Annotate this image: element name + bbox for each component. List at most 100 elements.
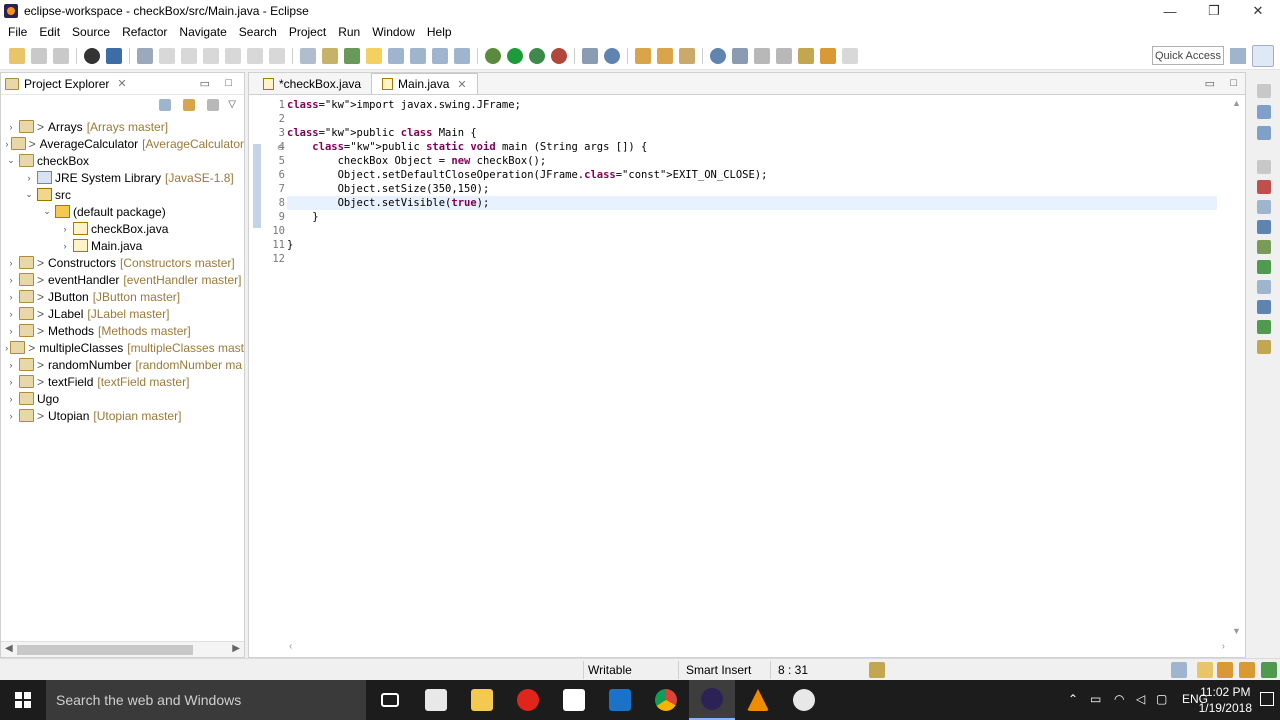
battery-icon[interactable]: ▭ [1090, 692, 1101, 706]
debug-icon[interactable] [485, 47, 501, 64]
git-icon[interactable] [1197, 662, 1213, 678]
step-into-icon[interactable] [247, 47, 263, 64]
chrome-button[interactable] [643, 680, 689, 720]
tree-item[interactable]: ⌄ src [1, 186, 244, 203]
close-icon[interactable]: ✕ [117, 77, 126, 90]
chevron-right-icon[interactable]: › [5, 360, 17, 370]
start-button[interactable] [0, 680, 46, 720]
scroll-left-icon[interactable]: ◀ [5, 643, 13, 654]
annotation-icon[interactable] [710, 47, 726, 64]
editor-tab-checkbox-java[interactable]: *checkBox.java [253, 73, 371, 94]
menu-run[interactable]: Run [332, 25, 366, 39]
new-java-package-icon[interactable] [582, 47, 598, 64]
paint-button[interactable] [781, 680, 827, 720]
menu-source[interactable]: Source [66, 25, 116, 39]
file-explorer-button[interactable] [459, 680, 505, 720]
skip-breakpoints-icon[interactable] [137, 47, 153, 64]
maximize-view-icon[interactable]: □ [1230, 77, 1237, 89]
code-line[interactable]: checkBox Object = new checkBox(); [287, 154, 1217, 168]
search-icon[interactable] [679, 47, 695, 64]
history-icon[interactable] [1257, 300, 1271, 314]
quick-access-field[interactable]: Quick Access [1152, 46, 1224, 65]
tree-item[interactable]: › > eventHandler [eventHandler master] [1, 271, 244, 288]
terminal-icon[interactable] [106, 47, 122, 64]
git-repositories-icon[interactable] [1257, 340, 1271, 354]
tree-item[interactable]: › > Methods [Methods master] [1, 322, 244, 339]
restore-icon[interactable] [1257, 160, 1271, 174]
menu-navigate[interactable]: Navigate [173, 25, 232, 39]
problems-icon[interactable] [1257, 180, 1271, 194]
volume-icon[interactable]: ◁ [1136, 692, 1145, 706]
toggle-mark-icon[interactable] [366, 47, 382, 64]
tree-item[interactable]: › > Arrays [Arrays master] [1, 118, 244, 135]
chevron-up-icon[interactable]: ⌃ [1068, 692, 1078, 706]
previous-annotation-icon[interactable] [776, 47, 792, 64]
tasks-icon[interactable] [1239, 662, 1255, 678]
project-explorer-tab[interactable]: Project Explorer ✕ [5, 77, 127, 91]
menu-window[interactable]: Window [366, 25, 421, 39]
calculator-button[interactable] [413, 680, 459, 720]
tree-item[interactable]: › > randomNumber [randomNumber ma [1, 356, 244, 373]
suspend-icon[interactable] [181, 47, 197, 64]
editor-vscrollbar[interactable]: ▲ ▼ [1229, 96, 1245, 638]
java-perspective-icon[interactable] [1252, 45, 1274, 67]
chevron-down-icon[interactable]: ▽ [228, 99, 236, 111]
editor-hscrollbar[interactable]: ‹ › [285, 639, 1229, 657]
menu-file[interactable]: File [2, 25, 33, 39]
chevron-down-icon[interactable]: ⌄ [23, 189, 35, 200]
tree-item[interactable]: ⌄ (default package) [1, 203, 244, 220]
code-area[interactable]: class="kw">import javax.swing.JFrame; cla… [287, 98, 1217, 266]
word-wrap-icon[interactable] [432, 47, 448, 64]
open-task-icon[interactable] [657, 47, 673, 64]
menu-refactor[interactable]: Refactor [116, 25, 173, 39]
chevron-right-icon[interactable]: › [5, 292, 17, 302]
terminate-icon[interactable] [203, 47, 219, 64]
last-edit-location-icon[interactable] [798, 47, 814, 64]
close-button[interactable]: ✕ [1236, 0, 1280, 22]
javadoc-icon[interactable] [1257, 200, 1271, 214]
scroll-right-icon[interactable]: ▶ [232, 643, 240, 654]
git-staging-icon[interactable] [1257, 320, 1271, 334]
code-line[interactable] [287, 112, 1217, 126]
save-all-icon[interactable] [53, 47, 69, 64]
code-line[interactable]: Object.setVisible(true); [287, 196, 1217, 210]
tree-item[interactable]: › > multipleClasses [multipleClasses mast [1, 339, 244, 356]
vlc-button[interactable] [735, 680, 781, 720]
menu-edit[interactable]: Edit [33, 25, 66, 39]
next-annotation-icon[interactable] [754, 47, 770, 64]
scroll-thumb[interactable] [17, 645, 193, 655]
tree-item[interactable]: › > Constructors [Constructors master] [1, 254, 244, 271]
chevron-right-icon[interactable]: › [5, 122, 17, 132]
minimize-view-icon[interactable]: ▭ [1205, 77, 1215, 90]
pilcrow-icon[interactable] [454, 47, 470, 64]
code-line[interactable]: } [287, 210, 1217, 224]
menu-project[interactable]: Project [283, 25, 332, 39]
scroll-right-icon[interactable]: › [1222, 641, 1225, 652]
step-return-icon[interactable] [300, 47, 316, 64]
link-with-editor-icon[interactable] [183, 99, 196, 111]
scroll-left-icon[interactable]: ‹ [289, 641, 292, 652]
tree-item[interactable]: › > textField [textField master] [1, 373, 244, 390]
disconnect-icon[interactable] [225, 47, 241, 64]
chevron-down-icon[interactable]: ⌄ [5, 155, 17, 166]
chevron-down-icon[interactable]: ⌄ [41, 206, 53, 217]
tree-item[interactable]: › Ugo [1, 390, 244, 407]
maximize-view-icon[interactable]: □ [225, 77, 232, 89]
pin-editor-icon[interactable] [732, 47, 748, 64]
open-type-icon[interactable] [635, 47, 651, 64]
scroll-up-icon[interactable]: ▲ [1232, 98, 1241, 108]
back-icon[interactable] [820, 47, 836, 64]
eclipse-taskbar-button[interactable] [689, 680, 735, 720]
progress-view-icon[interactable] [1171, 662, 1187, 678]
maximize-button[interactable]: ❐ [1192, 0, 1236, 22]
opera-button[interactable] [505, 680, 551, 720]
chevron-right-icon[interactable]: › [5, 343, 8, 353]
new-java-class-icon[interactable] [604, 47, 620, 64]
search-view-icon[interactable] [1257, 240, 1271, 254]
editor-tab-main-java[interactable]: Main.java ✕ [371, 73, 478, 94]
save-icon[interactable] [31, 47, 47, 64]
git-repositories-icon[interactable] [1261, 662, 1277, 678]
forward-icon[interactable] [842, 47, 858, 64]
tree-item[interactable]: › > Utopian [Utopian master] [1, 407, 244, 424]
progress-icon[interactable] [1257, 280, 1271, 294]
